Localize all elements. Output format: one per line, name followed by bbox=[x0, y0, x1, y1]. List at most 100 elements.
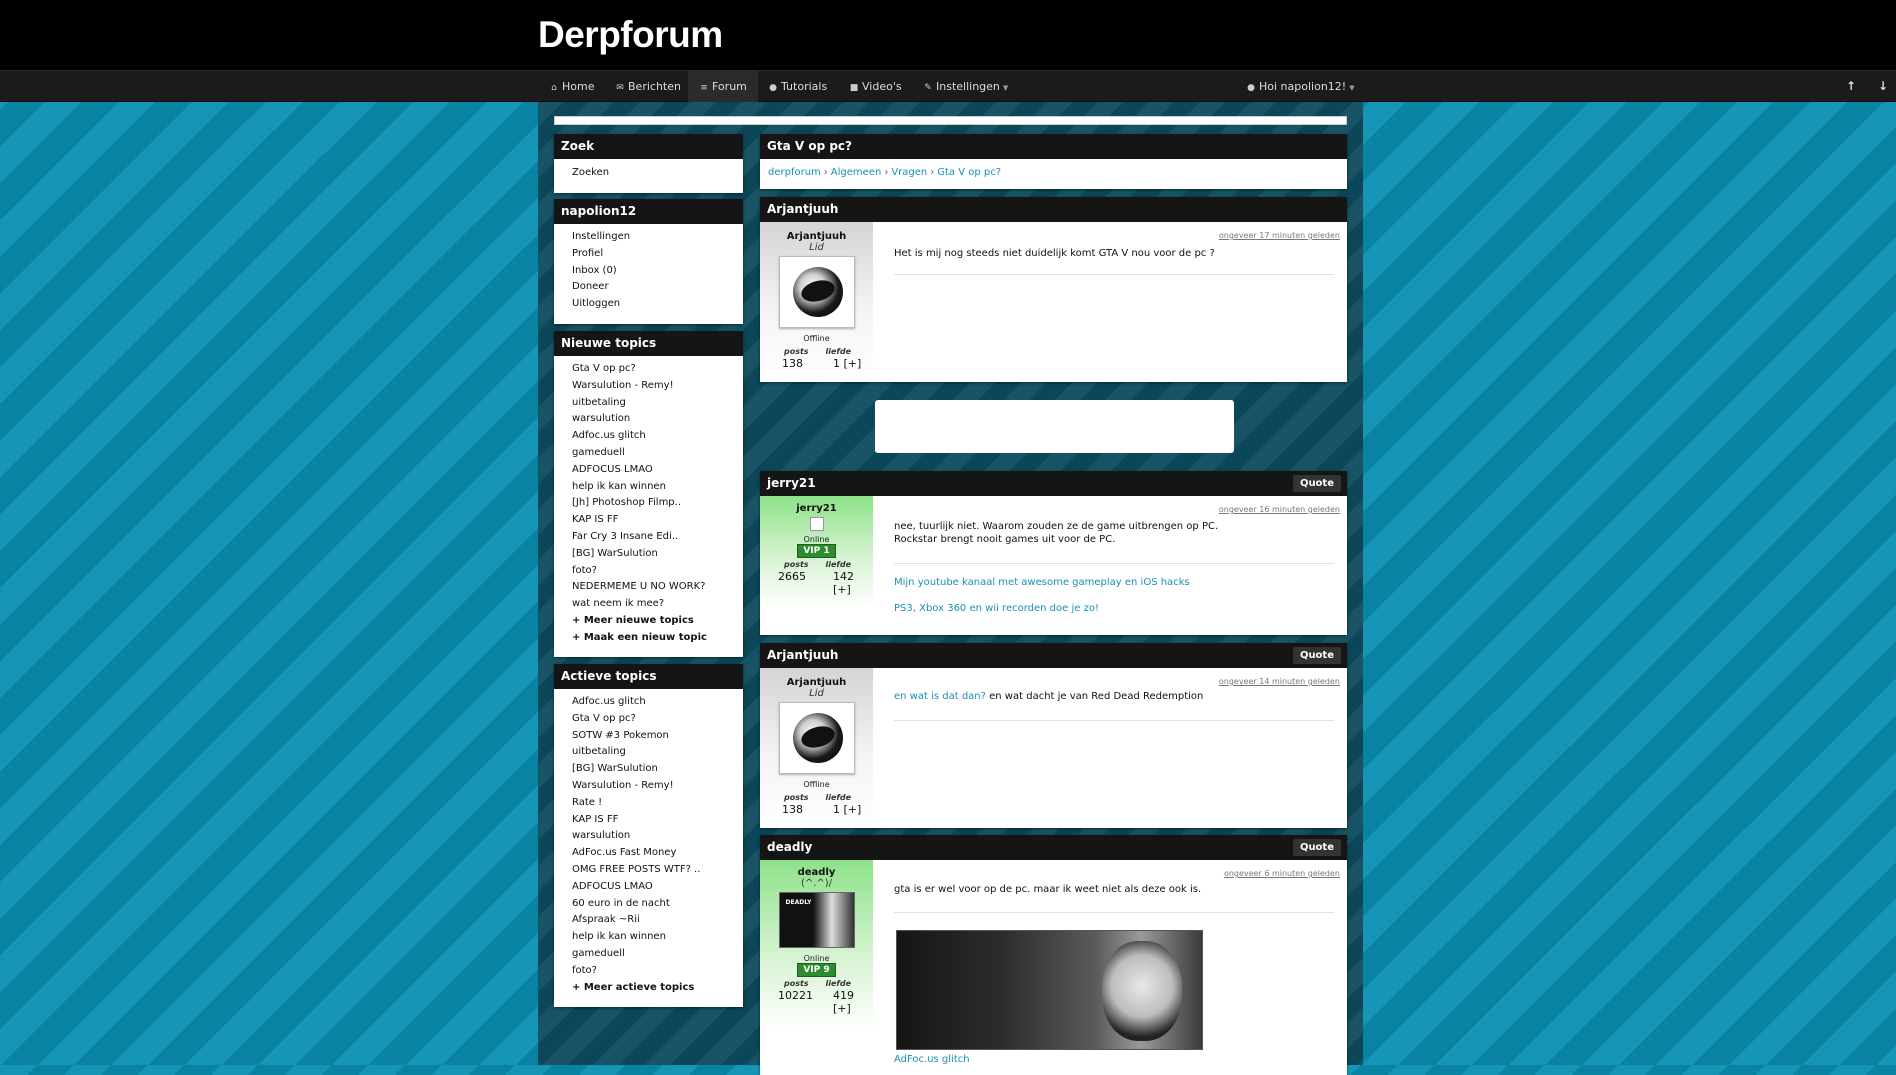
topic-link[interactable]: uitbetaling bbox=[572, 744, 743, 761]
topic-link[interactable]: SOTW #3 Pokemon bbox=[572, 728, 743, 745]
author-name[interactable]: Arjantjuuh bbox=[760, 677, 873, 688]
user-link-inbox[interactable]: Inbox (0) bbox=[572, 263, 743, 280]
nav-label: Tutorials bbox=[781, 80, 828, 93]
search-box-title: Zoek bbox=[554, 134, 743, 159]
nav-instellingen[interactable]: ✎ Instellingen ▼ bbox=[912, 71, 1019, 102]
breadcrumb-link[interactable]: Algemeen bbox=[831, 167, 882, 178]
vip-badge: VIP 9 bbox=[797, 963, 836, 977]
love-count[interactable]: 1 [+] bbox=[833, 357, 873, 370]
user-link-donate[interactable]: Doneer bbox=[572, 279, 743, 296]
love-count[interactable]: 419 [+] bbox=[833, 989, 873, 1015]
more-new-topics-link[interactable]: + Meer nieuwe topics bbox=[572, 613, 743, 630]
arrow-down-icon[interactable]: ↓ bbox=[1872, 71, 1894, 102]
topic-link[interactable]: wat neem ik mee? bbox=[572, 596, 743, 613]
signature-image[interactable] bbox=[896, 930, 1203, 1050]
topic-header-box: Gta V op pc? derpforum › Algemeen › Vragen › G… bbox=[760, 134, 1347, 189]
author-name[interactable]: Arjantjuuh bbox=[760, 231, 873, 242]
topic-link[interactable]: KAP IS FF bbox=[572, 512, 743, 529]
breadcrumb-link[interactable]: Vragen bbox=[891, 167, 927, 178]
topic-link[interactable]: NEDERMEME U NO WORK? bbox=[572, 579, 743, 596]
topic-link[interactable]: help ik kan winnen bbox=[572, 479, 743, 496]
topic-link[interactable]: 60 euro in de nacht bbox=[572, 896, 743, 913]
ad-banner[interactable] bbox=[875, 400, 1234, 453]
topic-link[interactable]: Warsulution - Remy! bbox=[572, 378, 743, 395]
user-link-settings[interactable]: Instellingen bbox=[572, 229, 743, 246]
topic-link[interactable]: foto? bbox=[572, 963, 743, 980]
breadcrumb-link[interactable]: Gta V op pc? bbox=[937, 167, 1001, 178]
post-divider bbox=[894, 912, 1334, 913]
nav-berichten[interactable]: ✉ Berichten bbox=[604, 71, 692, 102]
post-text-content: en wat dacht je van Red Dead Redemption bbox=[989, 691, 1204, 702]
topic-link[interactable]: uitbetaling bbox=[572, 395, 743, 412]
topic-link[interactable]: [Jh] Photoshop Filmp.. bbox=[572, 495, 743, 512]
topic-link[interactable]: KAP IS FF bbox=[572, 812, 743, 829]
user-greeting: Hoi napolion12! bbox=[1259, 80, 1347, 93]
avatar[interactable] bbox=[809, 517, 824, 531]
topic-link[interactable]: ADFOCUS LMAO bbox=[572, 462, 743, 479]
topic-title: Gta V op pc? bbox=[760, 134, 1347, 159]
topic-link[interactable]: OMG FREE POSTS WTF? .. bbox=[572, 862, 743, 879]
topic-link[interactable]: warsulution bbox=[572, 828, 743, 845]
post-text: nee, tuurlijk niet. Waarom zouden ze de … bbox=[894, 521, 1219, 545]
site-logo[interactable]: Derpforum bbox=[538, 14, 723, 56]
envelope-icon: ✉ bbox=[616, 83, 624, 93]
post-time[interactable]: ongeveer 16 minuten geleden bbox=[1219, 505, 1340, 514]
post-quote-link[interactable]: en wat is dat dan? bbox=[894, 691, 986, 702]
author-name[interactable]: jerry21 bbox=[760, 503, 873, 514]
topic-link[interactable]: help ik kan winnen bbox=[572, 929, 743, 946]
user-link-logout[interactable]: Uitloggen bbox=[572, 296, 743, 313]
topic-link[interactable]: Adfoc.us glitch bbox=[572, 694, 743, 711]
more-active-topics-link[interactable]: + Meer actieve topics bbox=[572, 980, 743, 997]
post: deadly Quote deadly (^.^)/ DEADLY Online … bbox=[760, 835, 1347, 1075]
breadcrumb-link[interactable]: derpforum bbox=[768, 167, 821, 178]
topic-link[interactable]: warsulution bbox=[572, 411, 743, 428]
posts-count: 138 bbox=[782, 357, 803, 370]
topic-link[interactable]: [BG] WarSulution bbox=[572, 546, 743, 563]
topic-link[interactable]: [BG] WarSulution bbox=[572, 761, 743, 778]
user-box: napolion12 Instellingen Profiel Inbox (0… bbox=[554, 199, 743, 324]
header-bar: Derpforum bbox=[0, 0, 1896, 70]
info-icon: ● bbox=[1247, 83, 1255, 93]
post-time[interactable]: ongeveer 6 minuten geleden bbox=[1224, 869, 1340, 878]
post-text: Het is mij nog steeds niet duidelijk kom… bbox=[894, 248, 1215, 259]
post-header-author: deadly bbox=[767, 840, 813, 854]
avatar[interactable] bbox=[778, 702, 855, 774]
topic-link[interactable]: Gta V op pc? bbox=[572, 361, 743, 378]
nav-tutorials[interactable]: ● Tutorials bbox=[757, 71, 838, 102]
avatar[interactable] bbox=[778, 256, 855, 328]
author-name[interactable]: deadly bbox=[760, 867, 873, 878]
create-topic-link[interactable]: + Maak een nieuw topic bbox=[572, 630, 743, 647]
quote-button[interactable]: Quote bbox=[1292, 647, 1341, 664]
nav-home[interactable]: ⌂ Home bbox=[538, 71, 605, 102]
topic-link[interactable]: ADFOCUS LMAO bbox=[572, 879, 743, 896]
topic-link[interactable]: Warsulution - Remy! bbox=[572, 778, 743, 795]
topic-link[interactable]: foto? bbox=[572, 563, 743, 580]
posts-label: posts bbox=[784, 347, 809, 356]
arrow-up-icon[interactable]: ↑ bbox=[1840, 71, 1862, 102]
love-count[interactable]: 142 [+] bbox=[833, 570, 873, 596]
signature-link[interactable]: Mijn youtube kanaal met awesome gameplay… bbox=[894, 577, 1190, 588]
online-status: Online bbox=[803, 954, 830, 963]
post-time[interactable]: ongeveer 17 minuten geleden bbox=[1219, 231, 1340, 240]
topic-link[interactable]: AdFoc.us Fast Money bbox=[572, 845, 743, 862]
nav-forum[interactable]: ≡ Forum bbox=[688, 71, 758, 102]
nav-user-menu[interactable]: ● Hoi napolion12! ▼ bbox=[1235, 71, 1366, 102]
user-link-profile[interactable]: Profiel bbox=[572, 246, 743, 263]
topic-link[interactable]: gameduell bbox=[572, 946, 743, 963]
search-link[interactable]: Zoeken bbox=[572, 165, 743, 182]
love-count[interactable]: 1 [+] bbox=[833, 803, 873, 816]
signature-link[interactable]: AdFoc.us glitch bbox=[894, 1054, 970, 1065]
love-label: liefde bbox=[825, 793, 851, 802]
topic-link[interactable]: Rate ! bbox=[572, 795, 743, 812]
quote-button[interactable]: Quote bbox=[1292, 839, 1341, 856]
avatar[interactable]: DEADLY bbox=[778, 892, 855, 948]
topic-link[interactable]: Gta V op pc? bbox=[572, 711, 743, 728]
topic-link[interactable]: Far Cry 3 Insane Edi.. bbox=[572, 529, 743, 546]
topic-link[interactable]: gameduell bbox=[572, 445, 743, 462]
signature-link[interactable]: PS3, Xbox 360 en wii recorden doe je zo! bbox=[894, 603, 1099, 614]
post-time[interactable]: ongeveer 14 minuten geleden bbox=[1219, 677, 1340, 686]
nav-videos[interactable]: ■ Video's bbox=[838, 71, 913, 102]
topic-link[interactable]: Afspraak ~Rii bbox=[572, 912, 743, 929]
topic-link[interactable]: Adfoc.us glitch bbox=[572, 428, 743, 445]
quote-button[interactable]: Quote bbox=[1292, 475, 1341, 492]
